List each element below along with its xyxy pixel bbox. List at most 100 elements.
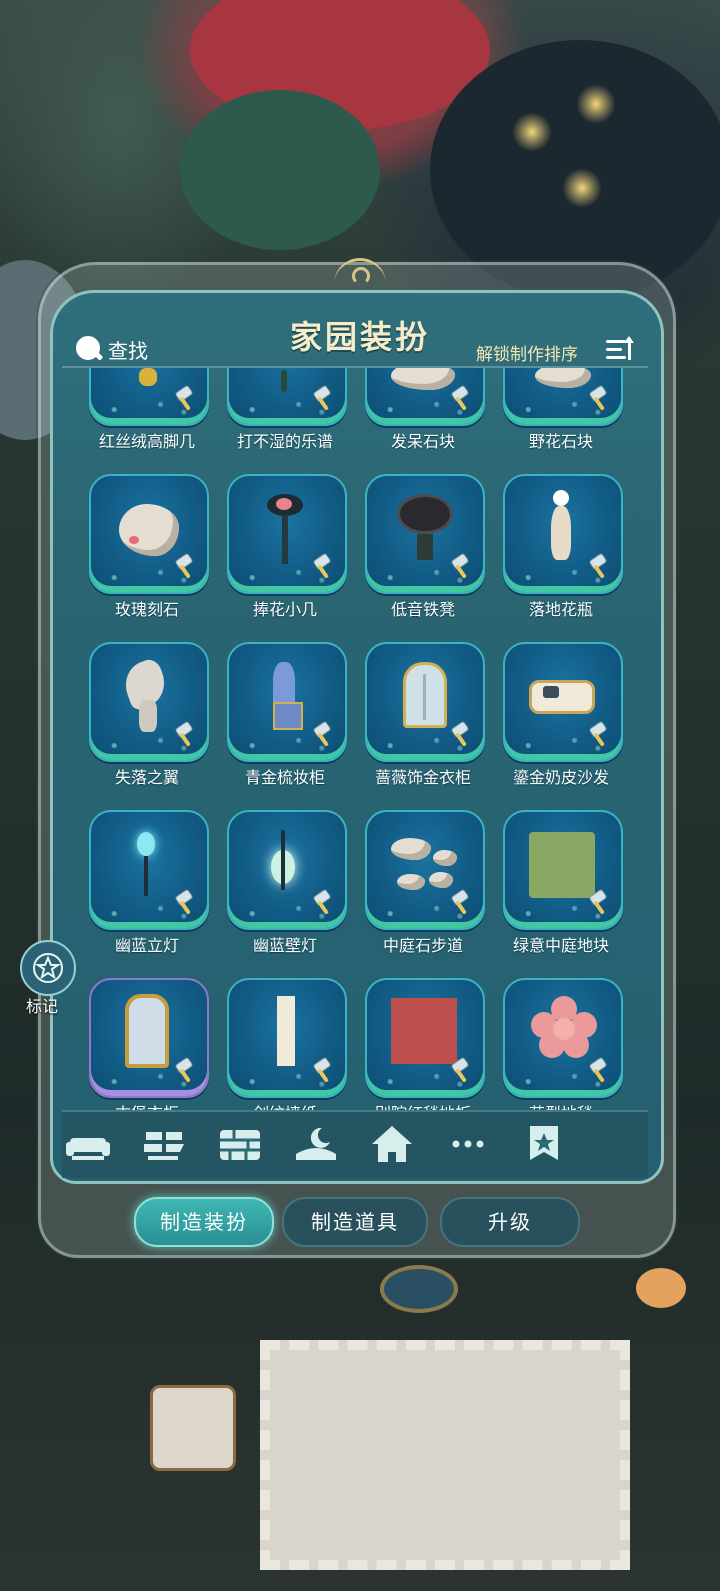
house-icon[interactable] <box>368 1124 416 1164</box>
item-cell[interactable]: 花型地毯 <box>488 978 628 1110</box>
item-art <box>417 534 433 560</box>
craft-hammer-icon <box>585 722 611 748</box>
item-card[interactable] <box>227 474 347 594</box>
item-card[interactable] <box>89 474 209 594</box>
item-cell[interactable]: 中庭石步道 <box>350 810 490 978</box>
mark-button[interactable] <box>20 940 76 996</box>
item-cell[interactable]: 绿意中庭地块 <box>488 810 628 978</box>
unlock-sort-button[interactable]: 解锁制作排序 <box>476 340 578 365</box>
item-card[interactable] <box>503 810 623 930</box>
item-art <box>137 832 155 856</box>
item-card[interactable] <box>365 978 485 1098</box>
item-cell[interactable]: 发呆石块 <box>350 368 490 474</box>
item-cell[interactable]: 失落之翼 <box>74 642 214 810</box>
brick-wall-icon[interactable] <box>216 1124 264 1164</box>
item-art <box>397 874 425 890</box>
item-cell[interactable]: 打不湿的乐谱 <box>212 368 352 474</box>
item-cell[interactable]: 幽蓝立灯 <box>74 810 214 978</box>
item-art <box>423 674 426 720</box>
more-icon[interactable] <box>444 1124 492 1164</box>
craft-hammer-icon <box>171 890 197 916</box>
item-card[interactable] <box>227 978 347 1098</box>
item-cell[interactable]: 蔷薇饰金衣柜 <box>350 642 490 810</box>
item-name: 古堡衣柜 <box>74 1100 220 1110</box>
item-cell[interactable]: 剑纹墙纸 <box>212 978 352 1110</box>
item-cell[interactable]: 鎏金奶皮沙发 <box>488 642 628 810</box>
item-art <box>391 998 457 1064</box>
item-art <box>529 832 595 898</box>
item-name: 打不湿的乐谱 <box>236 432 333 451</box>
item-name: 中庭石步道 <box>382 936 463 955</box>
item-card[interactable] <box>89 978 209 1098</box>
make-props-button[interactable]: 制造道具 <box>282 1197 428 1247</box>
item-cell[interactable]: 红丝绒高脚几 <box>74 368 214 474</box>
item-name: 花型地毯 <box>488 1100 634 1110</box>
craft-hammer-icon <box>585 890 611 916</box>
item-card[interactable] <box>503 368 623 426</box>
green-tree <box>180 90 380 250</box>
rug-floor <box>260 1340 630 1570</box>
item-cell[interactable]: 幽蓝壁灯 <box>212 810 352 978</box>
item-cell[interactable]: 野花石块 <box>488 368 628 474</box>
sort-icon[interactable] <box>604 336 636 364</box>
craft-hammer-icon <box>585 386 611 412</box>
item-cell[interactable]: 捧花小几 <box>212 474 352 642</box>
craft-hammer-icon <box>309 554 335 580</box>
favorite-star-icon[interactable] <box>520 1124 568 1164</box>
item-name: 野花石块 <box>528 432 593 451</box>
item-name: 幽蓝壁灯 <box>252 936 317 955</box>
item-art <box>282 516 288 564</box>
item-card[interactable] <box>227 642 347 762</box>
item-cell[interactable]: 低音铁凳 <box>350 474 490 642</box>
sofa-icon[interactable] <box>64 1124 112 1164</box>
item-art <box>429 872 453 888</box>
craft-hammer-icon <box>447 386 473 412</box>
item-card[interactable] <box>365 810 485 930</box>
item-grid[interactable]: 红丝绒高脚几 打不湿的乐谱 发呆石块 野花石块 玫瑰刻石 捧花小几 低音铁凳 落… <box>62 368 648 1110</box>
item-name: 绿意中庭地块 <box>512 936 609 955</box>
upgrade-button[interactable]: 升级 <box>440 1197 580 1247</box>
item-card[interactable] <box>89 642 209 762</box>
item-cell[interactable]: 别院红毯地板 <box>350 978 490 1110</box>
item-name: 别院红毯地板 <box>350 1100 496 1110</box>
item-art <box>144 856 148 896</box>
item-cell[interactable]: 青金梳妆柜 <box>212 642 352 810</box>
item-card[interactable] <box>503 474 623 594</box>
craft-hammer-icon <box>171 1058 197 1084</box>
craft-hammer-icon <box>309 890 335 916</box>
item-card[interactable] <box>227 810 347 930</box>
craft-hammer-icon <box>585 1058 611 1084</box>
item-name: 青金梳妆柜 <box>244 768 325 787</box>
item-cell[interactable]: 玫瑰刻石 <box>74 474 214 642</box>
item-card[interactable] <box>503 642 623 762</box>
search-button[interactable]: 查找 <box>74 334 148 364</box>
item-name: 玫瑰刻石 <box>114 600 179 619</box>
glow-orb <box>562 168 602 208</box>
item-art <box>543 686 559 698</box>
item-name: 失落之翼 <box>114 768 179 787</box>
item-art <box>281 370 287 392</box>
item-card[interactable] <box>365 642 485 762</box>
item-art <box>529 680 595 714</box>
glow-orb <box>576 84 616 124</box>
item-card[interactable] <box>365 368 485 426</box>
item-cell[interactable]: 古堡衣柜 <box>74 978 214 1110</box>
search-icon <box>74 334 104 364</box>
item-art <box>139 700 157 732</box>
item-card[interactable] <box>365 474 485 594</box>
item-card[interactable] <box>503 978 623 1098</box>
item-name: 剑纹墙纸 <box>212 1100 358 1110</box>
item-name: 低音铁凳 <box>390 600 455 619</box>
item-card[interactable] <box>89 810 209 930</box>
floor-tile-icon[interactable] <box>140 1124 188 1164</box>
item-cell[interactable]: 落地花瓶 <box>488 474 628 642</box>
make-decor-button[interactable]: 制造装扮 <box>134 1197 274 1247</box>
item-card[interactable] <box>227 368 347 426</box>
item-art <box>139 368 157 386</box>
item-name: 落地花瓶 <box>528 600 593 619</box>
item-card[interactable] <box>89 368 209 426</box>
item-name: 幽蓝立灯 <box>114 936 179 955</box>
moon-lamp-icon[interactable] <box>292 1124 340 1164</box>
craft-hammer-icon <box>171 554 197 580</box>
craft-hammer-icon <box>171 722 197 748</box>
